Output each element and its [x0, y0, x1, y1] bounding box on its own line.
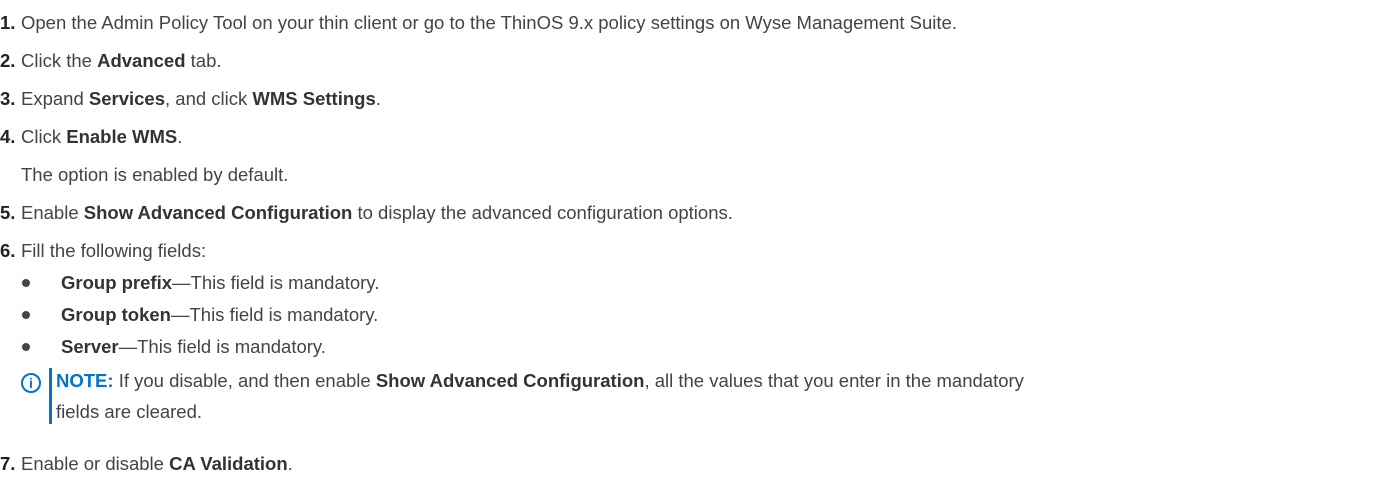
note-line-2: fields are cleared. — [56, 401, 203, 422]
bullet-icon — [22, 343, 30, 351]
show-advanced-config-term: Show Advanced Configuration — [83, 202, 353, 223]
note-bar — [49, 368, 52, 424]
bullet-icon — [22, 311, 30, 319]
ca-validation-term: CA Validation — [169, 453, 288, 474]
services-term: Services — [88, 88, 166, 109]
step-4-note: The option is enabled by default. — [21, 164, 289, 185]
note-line-1: NOTE: If you disable, and then enable Sh… — [56, 370, 1024, 391]
bullet-icon — [22, 279, 30, 287]
info-icon: i — [21, 373, 41, 393]
advanced-tab-term: Advanced — [97, 50, 186, 71]
instruction-document: 1. Open the Admin Policy Tool on your th… — [0, 12, 1024, 474]
wms-settings-term: WMS Settings — [252, 88, 376, 109]
enable-wms-term: Enable WMS — [66, 126, 178, 147]
